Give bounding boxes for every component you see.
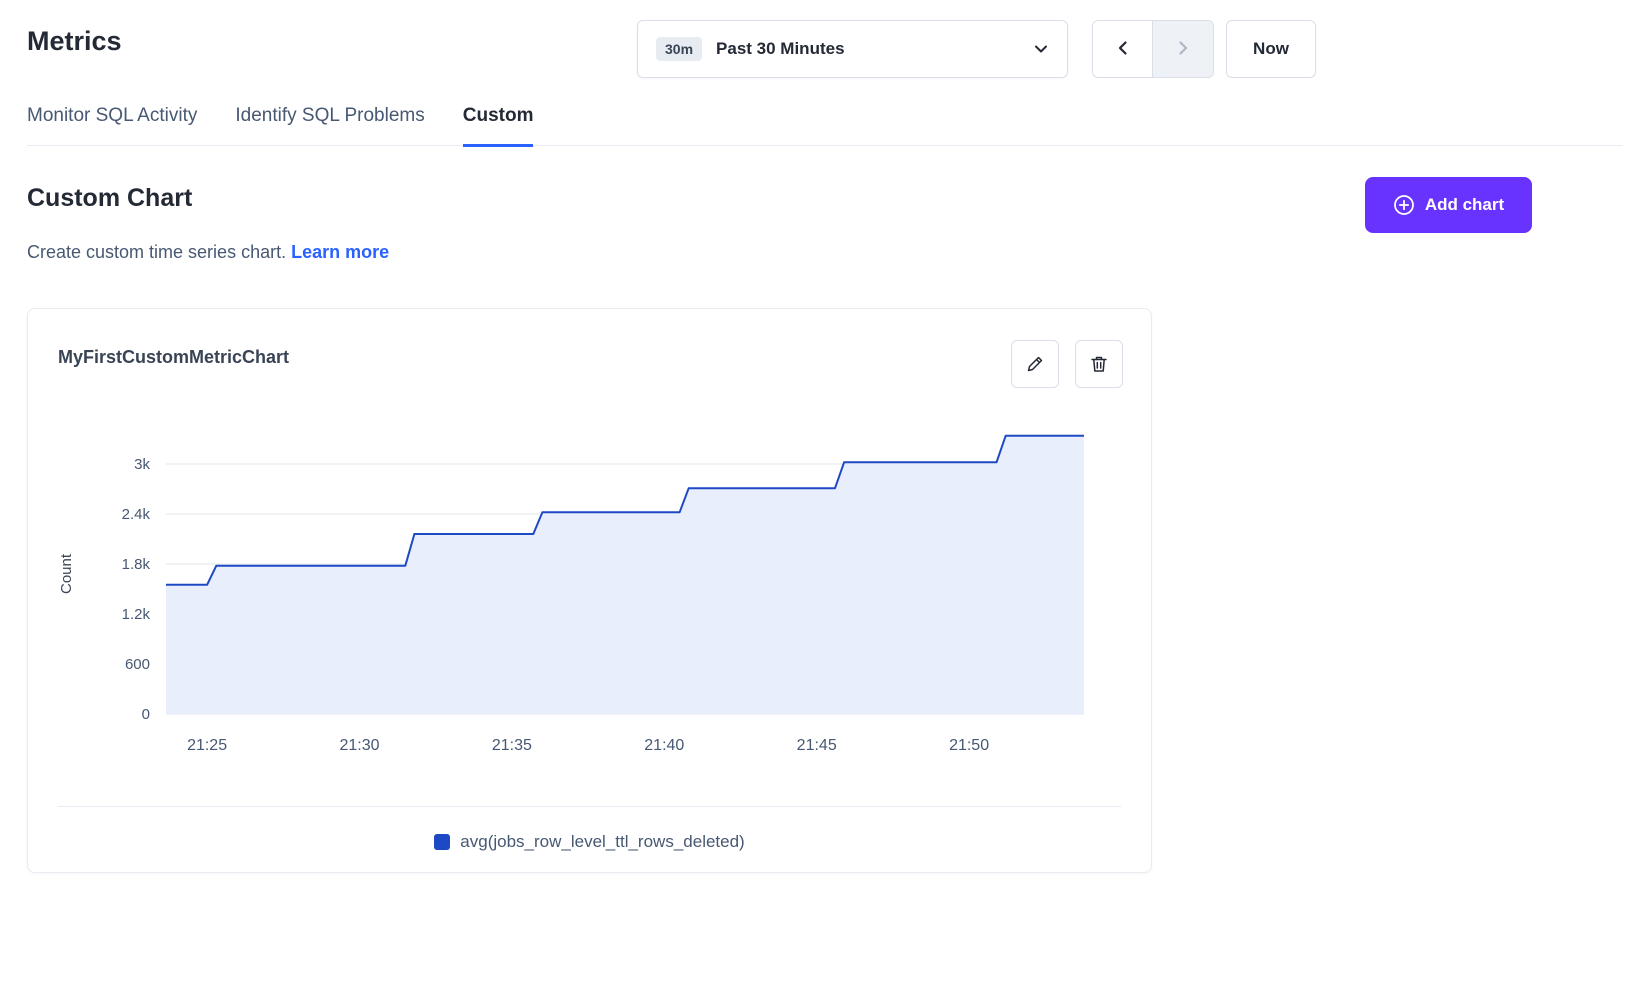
chart-actions (1011, 340, 1123, 388)
chevron-down-icon (1033, 41, 1049, 57)
page-title: Metrics (27, 26, 122, 57)
tab-monitor-sql-activity[interactable]: Monitor SQL Activity (27, 100, 197, 147)
svg-text:3k: 3k (134, 456, 150, 473)
svg-text:21:30: 21:30 (339, 737, 379, 754)
section-heading: Custom Chart (27, 184, 192, 213)
legend-separator (58, 806, 1121, 807)
svg-text:0: 0 (142, 706, 150, 723)
x-axis-labels: 21:25 21:30 21:35 21:40 21:45 21:50 (187, 737, 989, 754)
now-button[interactable]: Now (1226, 20, 1316, 78)
add-chart-button[interactable]: Add chart (1365, 177, 1532, 233)
svg-text:21:45: 21:45 (797, 737, 837, 754)
svg-text:1.8k: 1.8k (122, 556, 151, 573)
plus-circle-icon (1393, 194, 1415, 216)
chevron-left-icon (1114, 39, 1132, 60)
learn-more-link[interactable]: Learn more (291, 242, 389, 262)
time-range-select[interactable]: 30m Past 30 Minutes (637, 20, 1068, 78)
chart-plot[interactable]: 06001.2k1.8k2.4k3k21:2521:3021:3521:4021… (28, 409, 1153, 779)
add-chart-label: Add chart (1425, 195, 1504, 215)
trash-icon (1089, 354, 1109, 374)
svg-text:21:50: 21:50 (949, 737, 989, 754)
pencil-icon (1025, 354, 1045, 374)
tab-identify-sql-problems[interactable]: Identify SQL Problems (235, 100, 424, 147)
svg-text:600: 600 (125, 656, 150, 673)
y-axis-labels: 0 600 1.2k 1.8k 2.4k 3k (122, 456, 151, 723)
custom-chart-card: MyFirstCustomMetricChart 0 600 1.2k 1.8k 2.4… (27, 308, 1152, 873)
time-range-badge: 30m (656, 37, 702, 61)
legend-label: avg(jobs_row_level_ttl_rows_deleted) (460, 832, 744, 852)
svg-text:1.2k: 1.2k (122, 606, 151, 623)
series-area (166, 436, 1084, 714)
svg-text:2.4k: 2.4k (122, 506, 151, 523)
tab-bar: Monitor SQL Activity Identify SQL Proble… (27, 100, 1623, 146)
chart-legend: avg(jobs_row_level_ttl_rows_deleted) (28, 832, 1151, 852)
edit-chart-button[interactable] (1011, 340, 1059, 388)
svg-text:21:40: 21:40 (644, 737, 684, 754)
chart-title: MyFirstCustomMetricChart (58, 347, 289, 368)
y-axis-title: Count (58, 553, 75, 594)
metrics-page: Metrics 30m Past 30 Minutes Now Monitor … (0, 0, 1650, 982)
svg-text:21:25: 21:25 (187, 737, 227, 754)
time-forward-button[interactable] (1153, 21, 1213, 77)
time-back-button[interactable] (1093, 21, 1153, 77)
svg-text:21:35: 21:35 (492, 737, 532, 754)
time-nav-group (1092, 20, 1214, 78)
chevron-right-icon (1174, 39, 1192, 60)
section-description-text: Create custom time series chart. (27, 242, 286, 262)
tab-custom[interactable]: Custom (463, 100, 534, 147)
legend-swatch (434, 834, 450, 850)
time-range-label: Past 30 Minutes (716, 39, 845, 59)
section-description: Create custom time series chart. Learn m… (27, 242, 389, 263)
delete-chart-button[interactable] (1075, 340, 1123, 388)
